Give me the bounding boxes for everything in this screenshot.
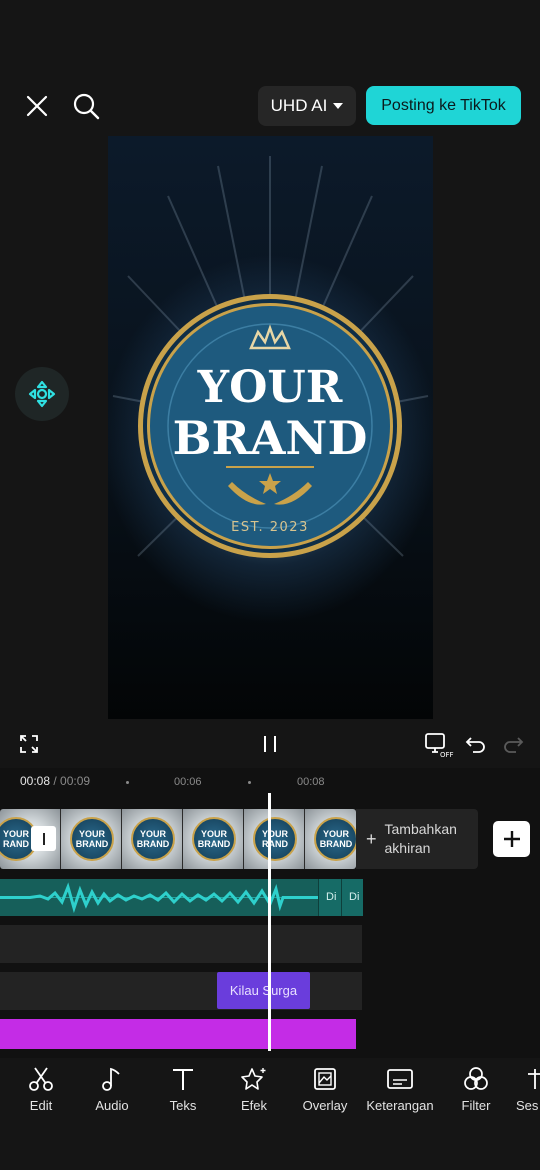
logo-line1: YOUR xyxy=(197,362,343,413)
add-clip-button[interactable] xyxy=(493,821,530,857)
ruler-dot xyxy=(126,781,129,784)
tool-label: Keterangan xyxy=(366,1098,434,1113)
search-icon xyxy=(73,93,100,120)
hd-off-icon: OFF xyxy=(425,733,454,758)
svg-text:OFF: OFF xyxy=(440,751,454,758)
fullscreen-button[interactable] xyxy=(17,732,41,756)
audio-segment[interactable]: Di xyxy=(318,879,341,916)
music-note-icon xyxy=(102,1067,120,1091)
ruler-dot xyxy=(248,781,251,784)
quality-off-button[interactable]: OFF xyxy=(424,731,454,759)
post-to-tiktok-label: Posting ke TikTok xyxy=(381,96,506,114)
pause-icon xyxy=(264,736,276,752)
clip-thumbnail: YOUR BRAND xyxy=(305,809,356,869)
adjust-icon xyxy=(528,1069,540,1089)
clip-thumbnail: YOUR RAND xyxy=(244,809,305,869)
filter-icon xyxy=(464,1067,488,1090)
total-time: / 00:09 xyxy=(53,774,91,788)
audio-segment[interactable]: Di xyxy=(341,879,363,916)
plus-icon xyxy=(503,831,520,847)
pause-button[interactable] xyxy=(258,731,282,757)
tool-label: Teks xyxy=(169,1098,197,1113)
tool-label: Overlay xyxy=(302,1098,348,1113)
uhd-ai-button[interactable]: UHD AI xyxy=(258,86,356,126)
empty-track[interactable] xyxy=(0,925,362,963)
undo-icon xyxy=(465,737,485,753)
reposition-button[interactable] xyxy=(15,367,69,421)
close-button[interactable] xyxy=(20,89,54,123)
tool-captions[interactable]: Keterangan xyxy=(362,1066,438,1113)
ruler-tick: 00:08 xyxy=(297,776,325,788)
sparkle-star-icon xyxy=(241,1068,266,1090)
playhead[interactable] xyxy=(268,793,271,1051)
logo-est: EST. 2023 xyxy=(231,520,309,535)
tool-overlay[interactable]: Overlay xyxy=(287,1066,363,1113)
plus-icon: + xyxy=(366,828,377,849)
ruler-tick: 00:06 xyxy=(174,776,202,788)
close-icon xyxy=(26,95,48,117)
add-ending-label-line1: Tambahkan xyxy=(384,821,457,837)
uhd-ai-label: UHD AI xyxy=(270,96,328,115)
tool-edit[interactable]: Edit xyxy=(3,1066,79,1113)
current-time: 00:08 xyxy=(20,774,51,788)
caret-down-icon xyxy=(333,103,344,109)
text-clip[interactable] xyxy=(0,1019,356,1049)
clip-thumbnail: YOUR BRAND xyxy=(122,809,183,869)
logo-line2: BRAND xyxy=(173,411,368,465)
redo-icon xyxy=(504,737,524,753)
tool-label: Efek xyxy=(240,1098,267,1113)
undo-button[interactable] xyxy=(464,732,488,756)
tool-audio[interactable]: Audio xyxy=(74,1066,150,1113)
move-arrows-icon xyxy=(28,380,56,408)
tool-effects[interactable]: Efek xyxy=(216,1066,292,1113)
tool-label: Edit xyxy=(29,1098,53,1113)
captions-icon xyxy=(387,1069,413,1089)
video-preview[interactable]: YOUR BRAND EST. 2023 xyxy=(108,136,433,719)
clip-thumbnail: YOUR BRAND xyxy=(183,809,244,869)
add-ending-label-line2: akhiran xyxy=(384,840,431,856)
tool-label: Filter xyxy=(461,1098,491,1113)
tool-label: Ses xyxy=(516,1098,539,1113)
search-button[interactable] xyxy=(68,88,104,124)
transition-button[interactable] xyxy=(31,826,56,851)
redo-button[interactable] xyxy=(501,732,525,756)
tool-adjust[interactable]: Ses xyxy=(502,1066,540,1113)
light-rays: YOUR BRAND EST. 2023 xyxy=(112,156,429,558)
tool-label: Audio xyxy=(95,1098,129,1113)
expand-icon xyxy=(20,735,38,753)
timecode: 00:08 / 00:09 xyxy=(20,774,90,788)
post-to-tiktok-button[interactable]: Posting ke TikTok xyxy=(366,86,521,125)
tool-text[interactable]: Teks xyxy=(145,1066,221,1113)
effect-clip[interactable]: Kilau Surga xyxy=(217,972,310,1009)
overlay-icon xyxy=(314,1068,336,1090)
scissors-icon xyxy=(29,1067,53,1091)
text-icon xyxy=(173,1069,193,1090)
add-ending-button[interactable]: + Tambahkan akhiran xyxy=(356,809,478,869)
clip-thumbnail: YOUR BRAND xyxy=(61,809,122,869)
